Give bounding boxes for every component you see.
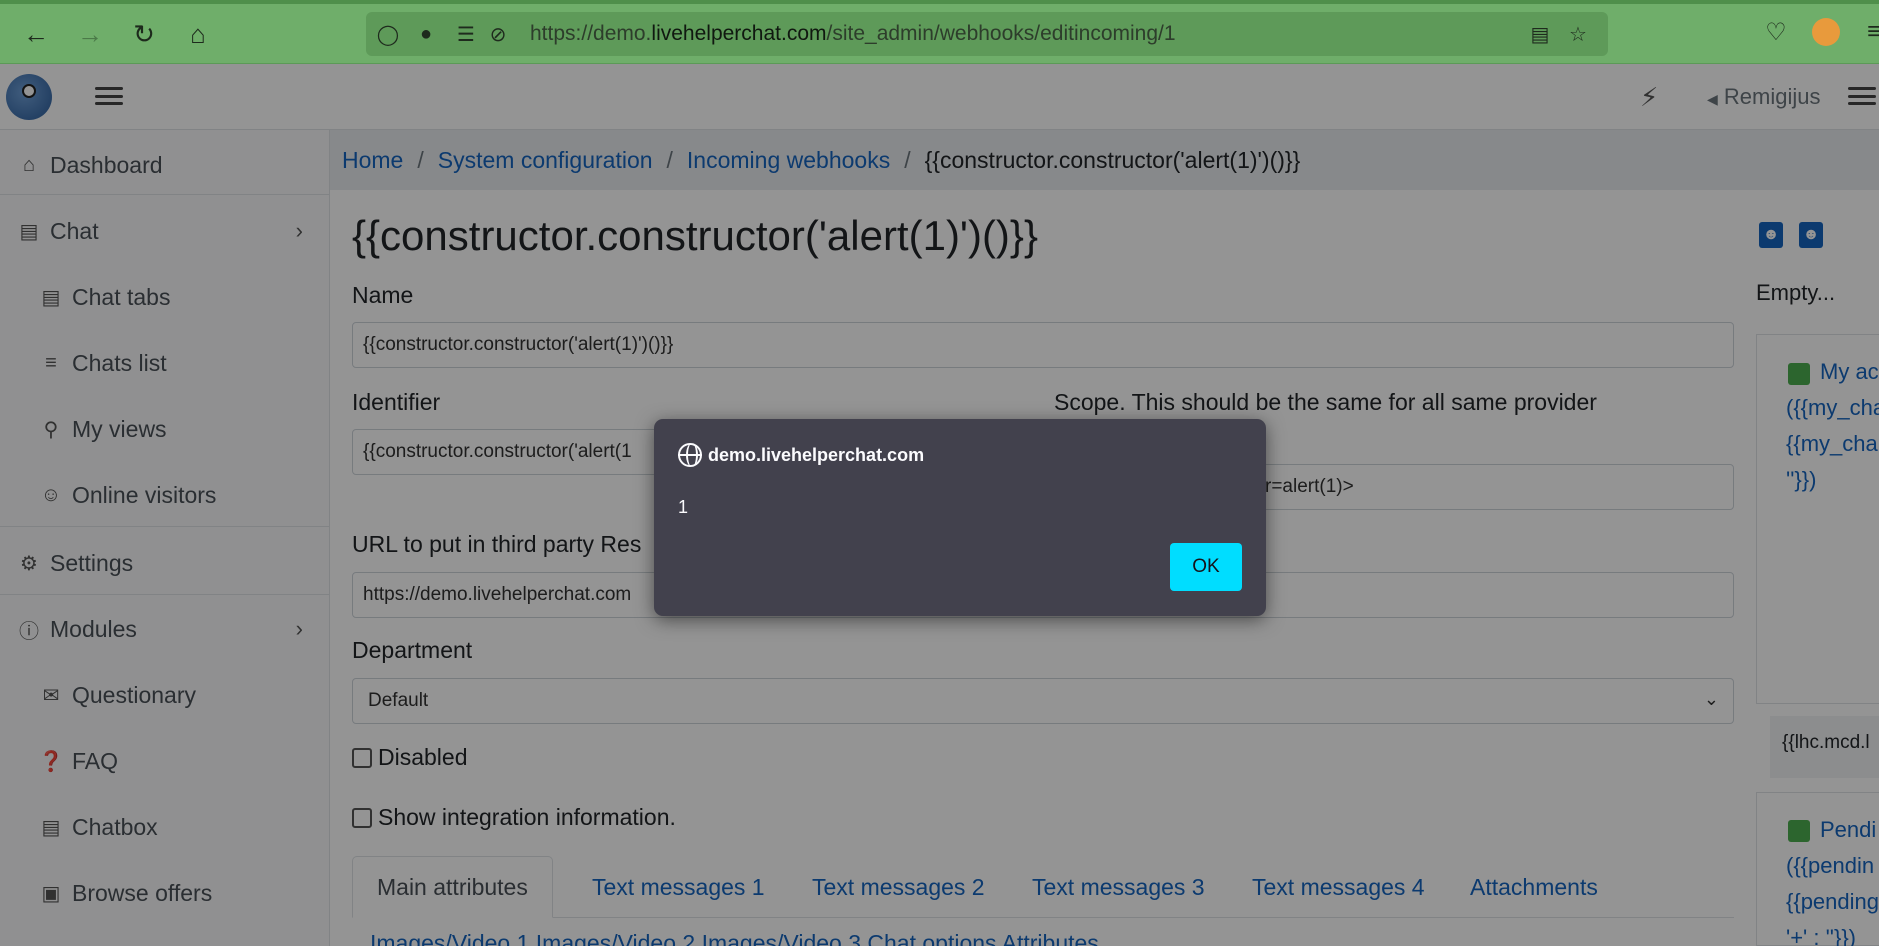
home-icon[interactable]: ⌂ [178,14,218,54]
reload-icon[interactable]: ↻ [124,14,164,54]
browser-top-line [0,0,1879,4]
back-arrow-icon[interactable]: ← [16,14,56,54]
forward-arrow-icon[interactable]: → [70,14,110,54]
pocket-icon[interactable]: ♡ [1760,16,1792,48]
lock-icon[interactable]: ● [414,22,438,46]
globe-icon [678,443,702,467]
permissions-icon[interactable]: ☰ [454,22,478,46]
bookmark-star-icon[interactable]: ☆ [1566,22,1590,46]
tracking-off-icon[interactable]: ⊘ [486,22,510,46]
ok-button[interactable]: OK [1170,543,1242,591]
dialog-host: demo.livehelperchat.com [708,445,925,465]
shield-icon[interactable]: ◯ [376,22,400,46]
burp-extension-icon[interactable] [1812,18,1840,46]
url-text[interactable]: https://demo.livehelperchat.com/site_adm… [530,22,1176,46]
address-bar[interactable]: ◯ ● ☰ ⊘ https://demo.livehelperchat.com/… [366,12,1608,56]
alert-dialog: demo.livehelperchat.com 1 OK [654,419,1266,616]
dialog-message: 1 [678,497,689,517]
menu-icon[interactable]: ≡ [1858,16,1879,48]
reader-view-icon[interactable]: ▤ [1528,22,1552,46]
browser-toolbar: ← → ↻ ⌂ ◯ ● ☰ ⊘ https://demo.livehelperc… [0,0,1879,64]
